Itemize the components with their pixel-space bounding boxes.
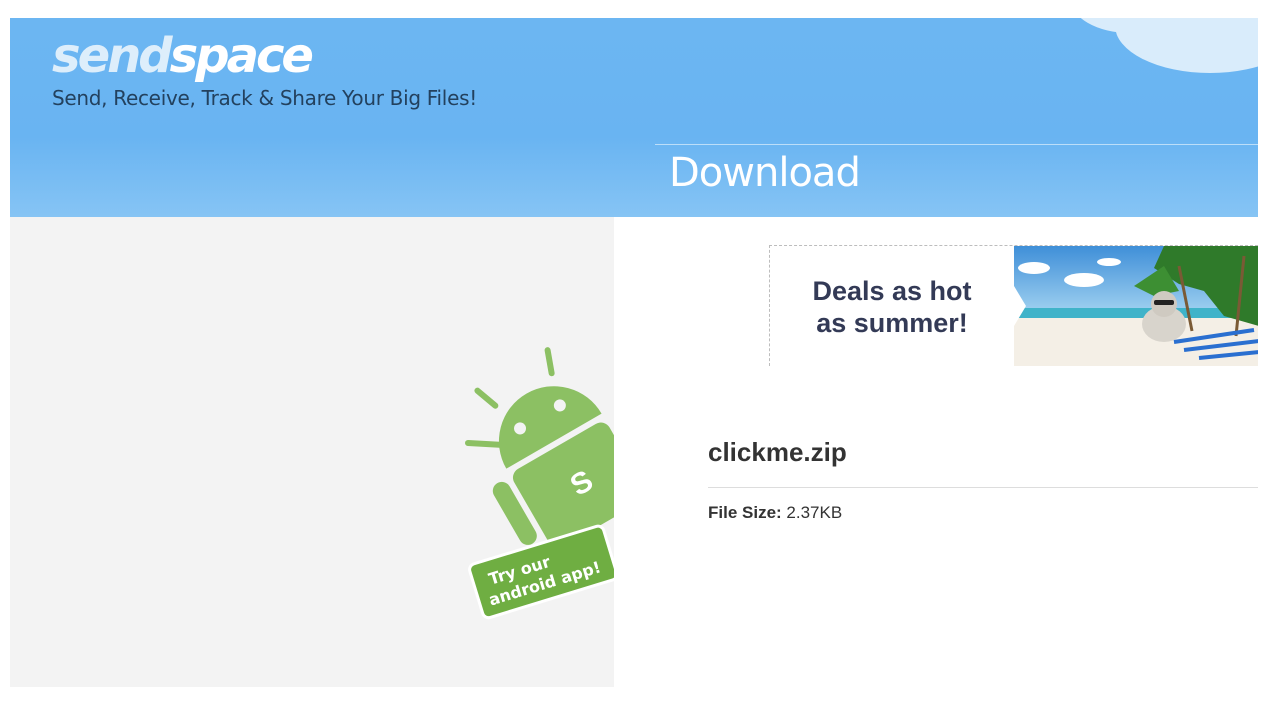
file-size-label: File Size: (708, 503, 782, 522)
file-size-value: 2.37KB (786, 503, 843, 522)
sendspace-logo[interactable]: sendspace (52, 26, 314, 86)
android-app-promo[interactable]: S Try our android app! (460, 345, 614, 625)
left-panel: S Try our android app! (10, 217, 614, 687)
logo-part-space: space (169, 28, 314, 84)
ad-line-2: as summer! (816, 307, 968, 338)
file-name: clickme.zip (708, 437, 847, 467)
header-divider (655, 144, 1258, 145)
logo-part-send: send (52, 28, 173, 84)
beach-image (1014, 246, 1258, 366)
ad-text: Deals as hot as summer! (770, 246, 1014, 366)
ad-banner[interactable]: Deals as hot as summer! (769, 245, 1258, 366)
site-header: sendspace Send, Receive, Track & Share Y… (10, 18, 1258, 217)
android-app-label: Try our android app! (468, 524, 614, 620)
file-size: File Size: 2.37KB (708, 503, 842, 523)
file-divider (708, 487, 1258, 488)
site-tagline: Send, Receive, Track & Share Your Big Fi… (52, 86, 477, 110)
ad-line-1: Deals as hot (812, 275, 972, 306)
page-title: Download (669, 150, 861, 196)
